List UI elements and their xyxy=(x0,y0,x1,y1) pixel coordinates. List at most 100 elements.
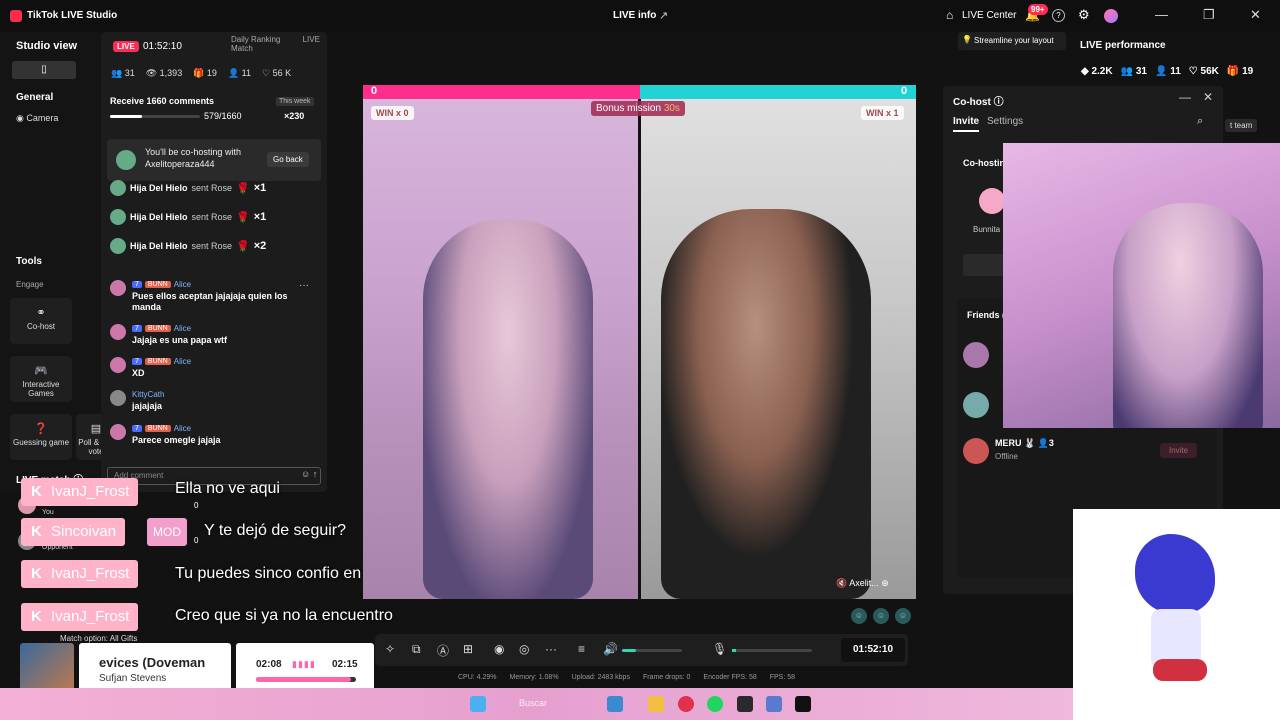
tool-co-host[interactable]: ⚭ Co-host xyxy=(10,298,72,344)
gifts-stat: 🎁 19 xyxy=(1226,66,1254,77)
add-icon[interactable]: ⊕ xyxy=(881,578,889,588)
general-section[interactable]: General xyxy=(16,92,53,103)
score-right-fill xyxy=(640,85,916,99)
ai-icon[interactable]: Ⓐ xyxy=(437,642,449,659)
restore-icon[interactable]: ❐ xyxy=(1203,7,1215,23)
mute-icon[interactable]: 🔇 xyxy=(836,578,847,588)
help-icon[interactable]: ⓘ xyxy=(994,97,1004,108)
emote-icon[interactable]: ☺ xyxy=(851,608,867,624)
avatar xyxy=(110,357,126,373)
gift-row: Hija Del Hielo sent Rose 🌹 ×1 xyxy=(110,180,266,196)
camera-source[interactable]: ◉ Camera xyxy=(16,113,58,124)
tiktok-icon[interactable] xyxy=(795,696,811,712)
goal-progress-fill xyxy=(110,115,142,118)
stat-value: 31 xyxy=(1135,66,1147,77)
music-progress-fill xyxy=(256,677,351,682)
search-icon[interactable]: ⌕ xyxy=(1197,115,1203,128)
live-center-link[interactable]: LIVE Center xyxy=(962,10,1016,21)
record-icon[interactable]: ◉ xyxy=(494,642,504,656)
close-icon[interactable]: ✕ xyxy=(1203,90,1213,104)
minimize-icon[interactable]: — xyxy=(1179,90,1191,104)
app-icon[interactable] xyxy=(766,696,782,712)
microphone-icon[interactable]: 🎙 xyxy=(712,642,727,656)
comment-user[interactable]: Alice xyxy=(174,324,191,333)
more-icon[interactable]: ··· xyxy=(545,642,557,656)
fan-badge: BUNN xyxy=(144,425,171,432)
tab-daily-ranking[interactable]: Daily Ranking xyxy=(231,35,280,44)
guest-video xyxy=(641,99,916,599)
tab-invite[interactable]: Invite xyxy=(953,116,980,132)
tool-interactive-games[interactable]: 🎮 Interactive Games xyxy=(10,356,72,402)
gift-mult: ×1 xyxy=(253,182,267,194)
share-icon[interactable]: ↗ xyxy=(659,9,668,22)
send-icon[interactable]: ☺ ↑ xyxy=(301,469,317,479)
comment-text: Parece omegle jajaja xyxy=(132,435,221,445)
mic-slider[interactable] xyxy=(732,649,812,652)
more-options-icon[interactable]: ··· xyxy=(299,280,309,291)
stats-row: 👥 31 👁 1,393 🎁 19 👤 11 ♡ 56 K xyxy=(111,68,291,79)
avatar[interactable] xyxy=(963,438,989,464)
chat-user-tag: IvanJ_Frost xyxy=(21,603,139,631)
sonic-shoes xyxy=(1153,659,1207,681)
music-progress xyxy=(256,677,356,682)
avatar[interactable] xyxy=(1104,9,1118,23)
spotify-icon[interactable] xyxy=(707,696,723,712)
streamline-tip[interactable]: Streamline your layout xyxy=(958,32,1066,50)
help-icon[interactable]: ? xyxy=(1052,9,1065,22)
followers-stat: 👤 11 xyxy=(1154,66,1181,77)
obs-icon[interactable] xyxy=(737,696,753,712)
mod-badge: MOD xyxy=(147,518,187,546)
control-bar: ✧ ⧉ Ⓐ ⊞ ◉ ◎ ··· ≡ 🔊 🎙 01:52:10 xyxy=(375,634,908,666)
viewers-stat: 👥 31 xyxy=(1120,66,1147,77)
emote-icon[interactable]: ☺ xyxy=(895,608,911,624)
emote-icon[interactable]: ☺ xyxy=(873,608,889,624)
live-info-title[interactable]: LIVE info xyxy=(613,10,656,21)
camera-switch-icon[interactable]: ◎ xyxy=(519,642,529,656)
comment-user[interactable]: KittyCath xyxy=(132,390,164,399)
effects-icon[interactable]: ✧ xyxy=(385,642,395,656)
rose-icon: 🌹 xyxy=(236,182,250,195)
add-source-icon[interactable]: ⊞ xyxy=(463,642,473,656)
settings-sliders-icon[interactable]: ≡ xyxy=(578,642,585,656)
home-icon[interactable]: ⌂ xyxy=(946,8,953,22)
avatar[interactable] xyxy=(963,392,989,418)
comment-user[interactable]: Alice xyxy=(174,357,191,366)
win-count-right: WIN x 1 xyxy=(861,106,904,120)
opera-icon[interactable] xyxy=(678,696,694,712)
cohost-title: Co-host ⓘ xyxy=(953,93,1004,108)
go-back-button[interactable]: Go back xyxy=(267,152,309,167)
portrait-mode-button[interactable]: ▯ xyxy=(12,61,76,79)
screen-icon[interactable]: ⧉ xyxy=(412,642,421,657)
minimize-icon[interactable]: — xyxy=(1155,7,1168,22)
chat-line: Creo que si ya no la encuentro xyxy=(175,607,393,624)
avatar[interactable] xyxy=(963,342,989,368)
match-option[interactable]: Match option: All Gifts xyxy=(60,634,137,643)
camera-preview xyxy=(1003,143,1280,428)
chat-user-tag: IvanJ_Frost xyxy=(21,560,139,588)
comment-text: Pues ellos aceptan jajajaja quien los ma… xyxy=(132,291,288,312)
tool-guessing-game[interactable]: ❓ Guessing game xyxy=(10,414,72,460)
gear-icon[interactable]: ⚙ xyxy=(1078,7,1090,23)
studio-view-label[interactable]: Studio view xyxy=(16,40,77,52)
team-button[interactable]: t team xyxy=(1225,119,1258,132)
comment-user[interactable]: Alice xyxy=(174,280,191,289)
speaker-icon[interactable]: 🔊 xyxy=(603,642,618,656)
ranking-tabs[interactable]: Daily Ranking LIVE Match xyxy=(231,35,327,53)
folder-icon[interactable] xyxy=(648,696,664,712)
tab-settings[interactable]: Settings xyxy=(987,116,1023,127)
close-icon[interactable]: ✕ xyxy=(1250,7,1261,23)
friend-name[interactable]: MERU 🐰 👤3 xyxy=(995,438,1054,449)
volume-fill xyxy=(622,649,636,652)
volume-slider[interactable] xyxy=(622,649,682,652)
guest-name[interactable]: 🔇 Axelit... ⊕ xyxy=(836,578,889,589)
taskbar-search[interactable]: Buscar xyxy=(519,698,547,708)
avatar[interactable] xyxy=(979,188,1005,214)
invite-button[interactable]: Invite xyxy=(1160,443,1198,458)
windows-icon[interactable] xyxy=(470,696,486,712)
current-time: 02:08 xyxy=(256,659,282,670)
right-score: 0 xyxy=(901,85,908,97)
comment-user[interactable]: Alice xyxy=(174,424,191,433)
metric: CPU: 4.29% xyxy=(458,674,497,681)
chat-user-tag: Sincoivan xyxy=(21,518,126,546)
app-icon[interactable] xyxy=(607,696,623,712)
